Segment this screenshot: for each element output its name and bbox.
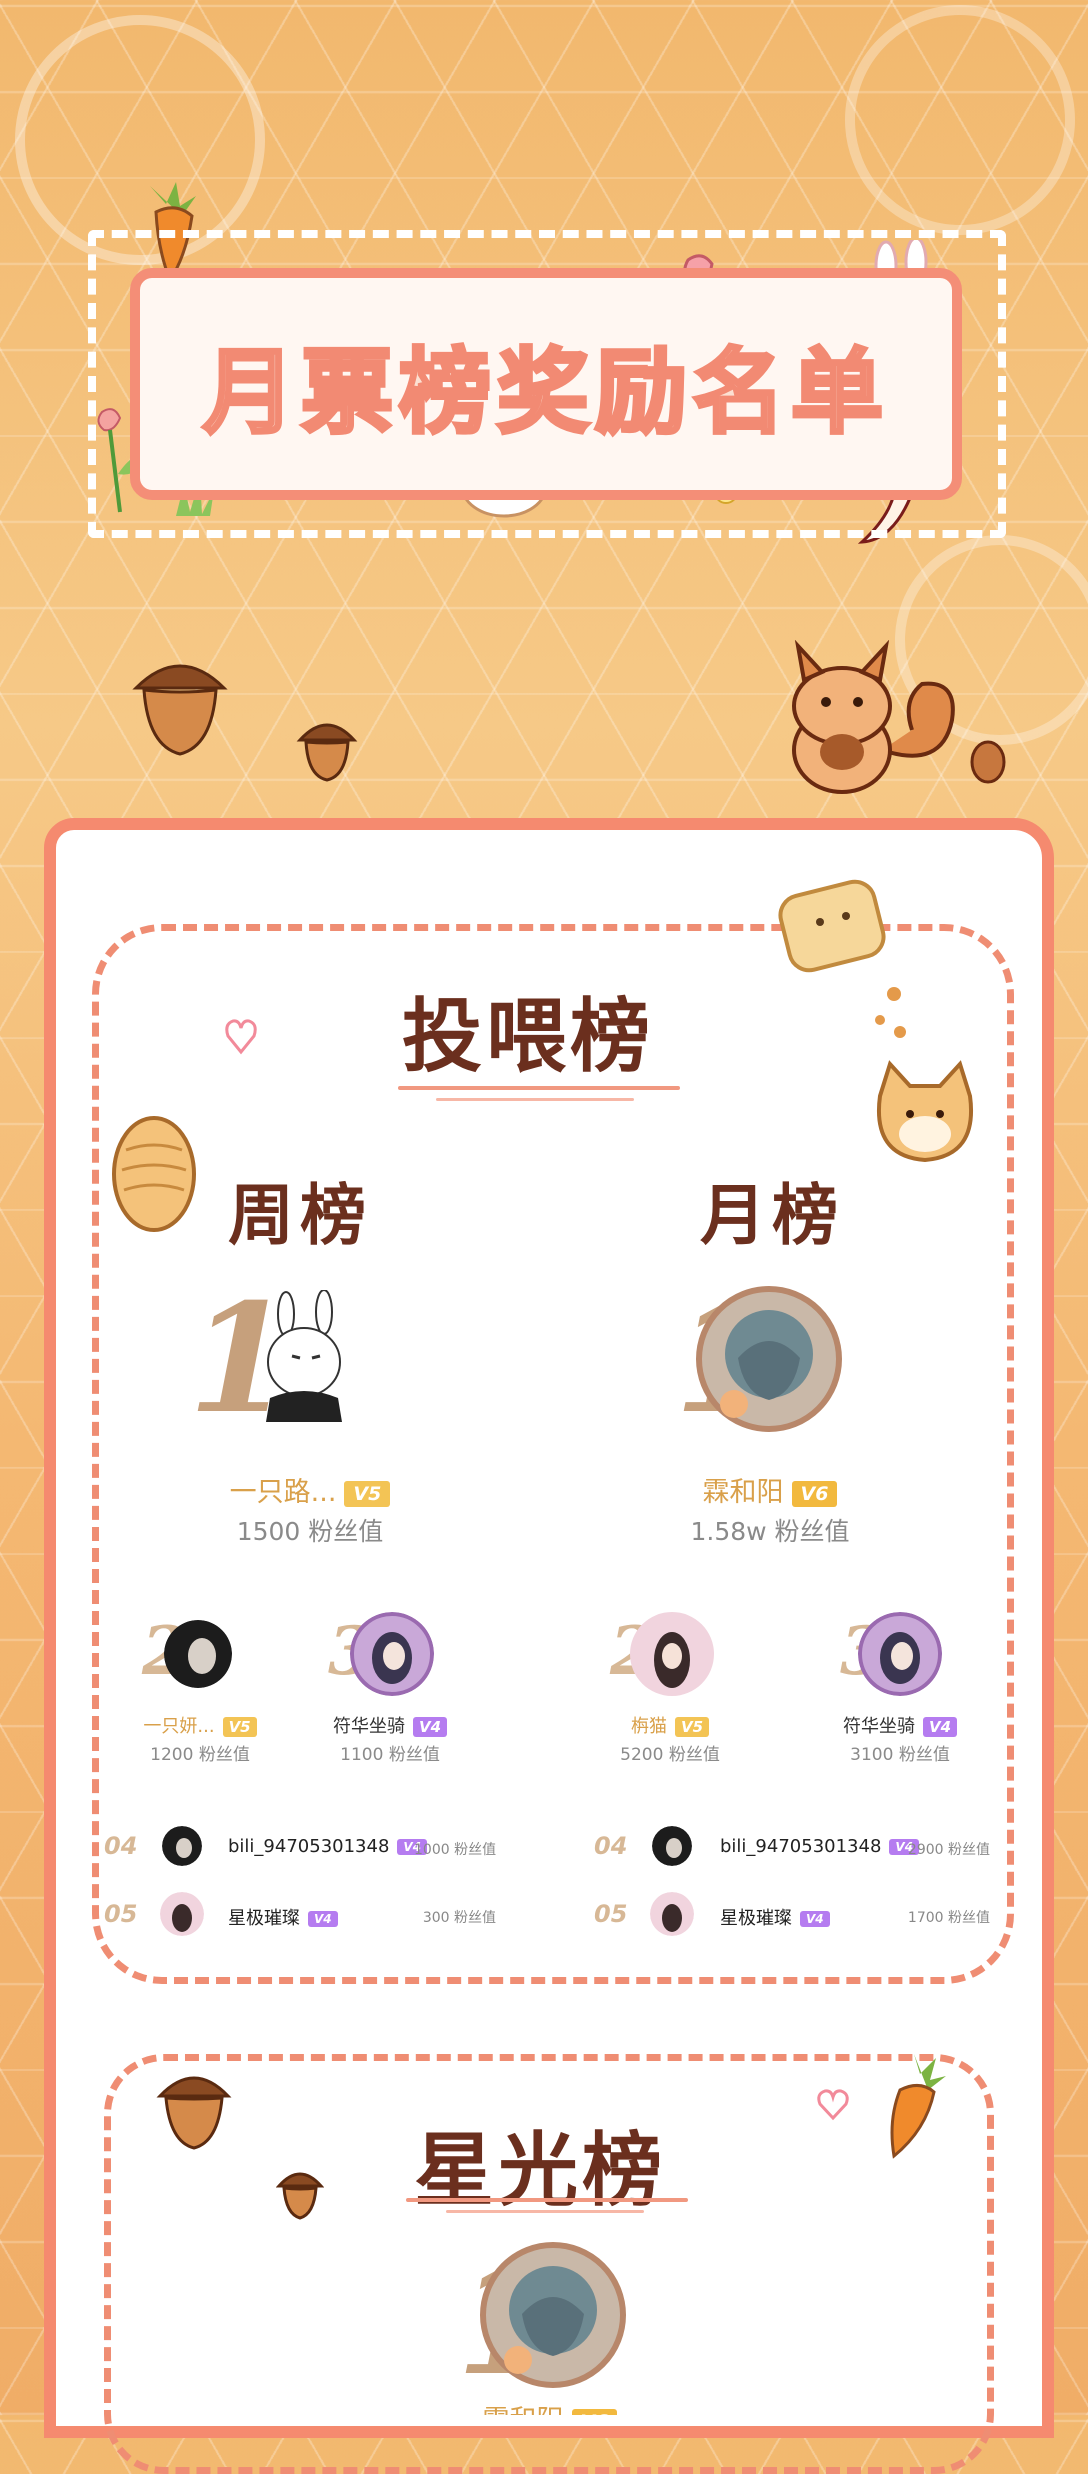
level-badge: V4	[412, 1717, 448, 1737]
monthly-rank5-number: 05	[594, 1900, 628, 1928]
monthly-rank5-name-text: 星极璀璨	[720, 1908, 792, 1929]
monthly-rank4-number: 04	[594, 1832, 628, 1860]
level-badge: V5	[344, 1480, 391, 1507]
monthly-rank5-name[interactable]: 星极璀璨 V4	[720, 1904, 830, 1930]
weekly-rank4-name[interactable]: bili_94705301348 V4	[228, 1836, 428, 1857]
monthly-rank3-fans: 3100 粉丝值	[850, 1745, 950, 1765]
monthly-rank5-fans: 1700 粉丝值	[907, 1910, 990, 1926]
star-rank1-avatar[interactable]	[478, 2240, 628, 2390]
star-rank1-name[interactable]: 霖和阳 V6	[420, 2398, 680, 2415]
monthly-rank4-fans: 2900 粉丝值	[907, 1842, 990, 1858]
bread-shiba-icon	[112, 1116, 196, 1232]
weekly-rank5-name[interactable]: 星极璀璨 V4	[228, 1904, 338, 1930]
weekly-rank1-name-text: 一只路...	[229, 1477, 337, 1508]
monthly-rank1-avatar[interactable]	[694, 1284, 844, 1434]
monthly-rank2-name[interactable]: 栴猫 V5	[590, 1712, 750, 1738]
weekly-rank4-name-text: bili_94705301348	[228, 1836, 390, 1857]
carrot-icon	[890, 2054, 946, 2159]
weekly-rank2-fans: 1200 粉丝值	[150, 1745, 250, 1765]
weekly-rank1-name[interactable]: 一只路... V5	[180, 1470, 440, 1509]
monthly-rank3-name-text: 符华坐骑	[842, 1716, 915, 1737]
monthly-rank4-name[interactable]: bili_94705301348 V4	[720, 1836, 920, 1857]
title-underline	[398, 1086, 680, 1090]
acorn-small-icon	[296, 723, 358, 782]
weekly-rank1-avatar[interactable]	[250, 1290, 350, 1422]
feed-board-title: 投喂榜	[402, 990, 654, 1083]
monthly-rank4-name-text: bili_94705301348	[720, 1836, 882, 1857]
weekly-rank1-fans: 1500 粉丝值	[236, 1517, 384, 1546]
acorn-icon	[156, 2076, 232, 2150]
acorn-icon	[132, 664, 228, 756]
monthly-rank1-name-text: 霖和阳	[702, 1477, 784, 1508]
weekly-rank4-number: 04	[104, 1832, 138, 1860]
banner-title: 月票榜奖励名单	[201, 337, 889, 448]
monthly-title: 月榜	[700, 1177, 844, 1254]
weekly-rank5-fans: 300 粉丝值	[422, 1910, 496, 1926]
paw-icon	[875, 987, 906, 1038]
monthly-rank2-fans: 5200 粉丝值	[620, 1745, 720, 1765]
shiba-toast-icon	[877, 1060, 973, 1163]
squirrel-icon	[792, 640, 955, 794]
weekly-rank3-fans: 1100 粉丝值	[340, 1745, 440, 1765]
weekly-rank4-fans: 1000 粉丝值	[414, 1842, 497, 1858]
monthly-rank3-name[interactable]: 符华坐骑 V4	[810, 1712, 990, 1738]
title-underline-2	[436, 1098, 634, 1101]
title-underline	[406, 2198, 688, 2202]
seed-icon	[970, 740, 1006, 784]
star-rank1-name-text: 霖和阳	[483, 2405, 564, 2415]
monthly-rank2-avatar[interactable]	[628, 1610, 716, 1698]
monthly-rank1-name[interactable]: 霖和阳 V6	[640, 1470, 900, 1509]
monthly-rank1-fans: 1.58w 粉丝值	[690, 1517, 850, 1546]
star-board-title: 星光榜	[414, 2124, 666, 2217]
weekly-rank3-name-text: 符华坐骑	[332, 1716, 405, 1737]
weekly-title: 周榜	[228, 1177, 372, 1254]
level-badge: V4	[922, 1717, 958, 1737]
monthly-rank4-avatar[interactable]	[652, 1826, 692, 1866]
monthly-rank5-avatar[interactable]	[650, 1892, 694, 1936]
weekly-rank5-avatar[interactable]	[160, 1892, 204, 1936]
weekly-rank5-number: 05	[104, 1900, 138, 1928]
weekly-rank3-name[interactable]: 符华坐骑 V4	[300, 1712, 480, 1738]
monthly-rank3-avatar[interactable]	[858, 1612, 942, 1696]
level-badge: V5	[222, 1717, 257, 1737]
weekly-rank5-name-text: 星极璀璨	[228, 1908, 300, 1929]
level-badge: V4	[800, 1911, 830, 1927]
pink-heart-icon	[817, 2089, 849, 2121]
level-badge: V6	[571, 2408, 618, 2415]
level-badge: V5	[674, 1717, 710, 1737]
pink-heart-icon	[225, 1019, 257, 1055]
level-badge: V4	[308, 1911, 338, 1927]
level-badge: V6	[791, 1480, 838, 1507]
monthly-rank2-name-text: 栴猫	[630, 1716, 667, 1737]
acorn-small-icon	[276, 2172, 324, 2220]
title-underline-2	[446, 2210, 644, 2213]
weekly-rank2-avatar[interactable]	[164, 1620, 232, 1688]
weekly-rank3-avatar[interactable]	[350, 1612, 434, 1696]
weekly-rank4-avatar[interactable]	[162, 1826, 202, 1866]
weekly-rank2-name[interactable]: 一只妍... V5	[120, 1712, 280, 1738]
toast-cat-icon	[778, 879, 886, 973]
weekly-rank2-name-text: 一只妍...	[143, 1716, 215, 1737]
